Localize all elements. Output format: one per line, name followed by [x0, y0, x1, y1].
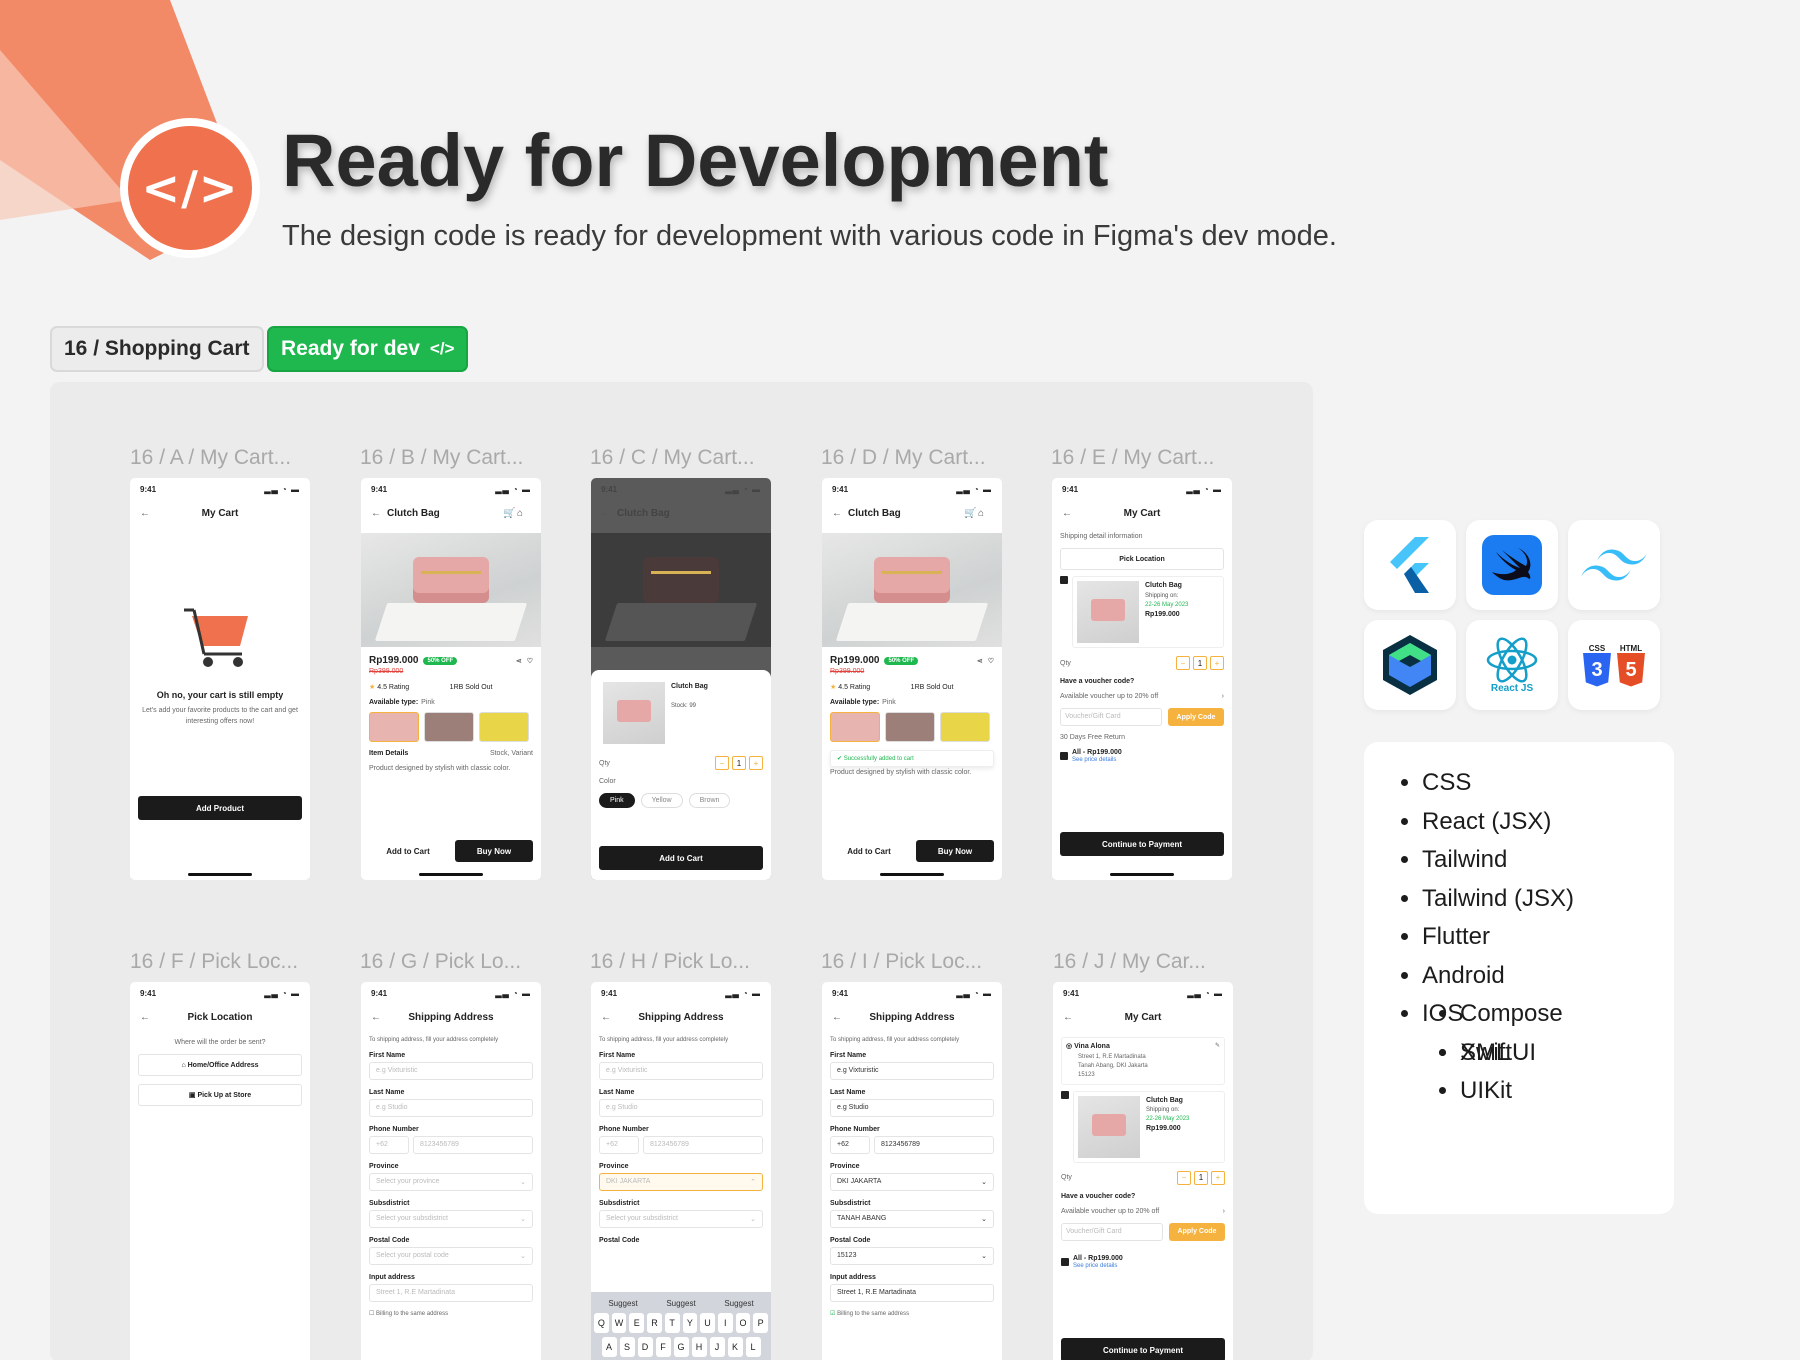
- frame-label[interactable]: 16 / H / Pick Lo...: [590, 950, 750, 974]
- first-name-input[interactable]: e.g Vixturistic: [369, 1062, 533, 1080]
- apply-code-button[interactable]: Apply Code: [1168, 708, 1224, 726]
- frame-label[interactable]: 16 / D / My Cart...: [821, 446, 986, 470]
- qty-plus-button[interactable]: +: [749, 756, 763, 770]
- old-price: Rp399.000: [369, 668, 404, 675]
- item-checkbox[interactable]: [1060, 576, 1068, 584]
- frame-label[interactable]: 16 / J / My Car...: [1053, 950, 1206, 974]
- product-image: [361, 533, 541, 647]
- subdistrict-select[interactable]: Select your subsdistrict ⌄: [369, 1210, 533, 1228]
- last-name-input[interactable]: e.g Studio: [599, 1099, 763, 1117]
- list-item: CSS: [1422, 764, 1674, 803]
- price: Rp199.000: [369, 655, 419, 666]
- heart-icon[interactable]: ♡: [527, 657, 533, 665]
- home-office-option[interactable]: ⌂ Home/Office Address: [138, 1054, 302, 1076]
- section-tag: 16 / Shopping Cart: [50, 326, 264, 372]
- postal-select[interactable]: Select your postal code ⌄: [369, 1247, 533, 1265]
- frame-d-added-toast[interactable]: 9:41 ▂▃ ◔ ▬ ← Clutch Bag 🛒 ⌂ Rp199.000 50% OF…: [822, 478, 1002, 880]
- frame-j-cart-with-address[interactable]: 9:41 ▂▃ ◔ ▬ ← My Cart ◎ Vina Alona ✎ Street…: [1053, 982, 1233, 1360]
- list-item: Tailwind (JSX): [1422, 880, 1674, 919]
- qty-minus-button[interactable]: −: [715, 756, 729, 770]
- postal-select[interactable]: 15123 ⌄: [830, 1247, 994, 1265]
- frame-label[interactable]: 16 / C / My Cart...: [590, 446, 755, 470]
- tech-icon-grid: React JS CSS 3 HTML 5: [1364, 520, 1660, 710]
- voucher-input[interactable]: Voucher/Gift Card: [1060, 708, 1162, 726]
- frame-label[interactable]: 16 / I / Pick Loc...: [821, 950, 982, 974]
- frame-f-pick-location[interactable]: 9:41 ▂▃ ◔ ▬ ← Pick Location Where will the…: [130, 982, 310, 1360]
- flutter-icon: [1364, 520, 1456, 610]
- frame-g-address-empty[interactable]: 9:41 ▂▃ ◔ ▬ ← Shipping Address To shipping…: [361, 982, 541, 1360]
- subdistrict-select[interactable]: Select your subsdistrict ⌄: [599, 1210, 763, 1228]
- frame-a-empty-cart[interactable]: 9:41 ▂▃ ◔ ▬ ← My Cart Oh no, your cart is …: [130, 478, 310, 880]
- list-item: React (JSX): [1422, 803, 1674, 842]
- frame-i-address-filled[interactable]: 9:41 ▂▃ ◔ ▬ ← Shipping Address To shipping…: [822, 982, 1002, 1360]
- product-image: [591, 533, 771, 647]
- tech-list-card: CSS React (JSX) Tailwind Tailwind (JSX) …: [1364, 742, 1674, 1214]
- add-to-cart-button[interactable]: Add to Cart: [599, 846, 763, 870]
- frame-label[interactable]: 16 / B / My Cart...: [360, 446, 523, 470]
- success-toast: ✔ Successfully added to cart: [830, 750, 994, 767]
- edit-icon[interactable]: ✎: [1215, 1042, 1220, 1053]
- pickup-store-option[interactable]: ▣ Pick Up at Store: [138, 1084, 302, 1106]
- frame-label[interactable]: 16 / A / My Cart...: [130, 446, 291, 470]
- color-chip-brown[interactable]: Brown: [688, 793, 731, 808]
- empty-title: Oh no, your cart is still empty: [156, 690, 284, 700]
- design-canvas: 16 / A / My Cart... 16 / B / My Cart... …: [50, 382, 1313, 1360]
- list-item: Android Compose XML: [1422, 957, 1674, 1066]
- variant-list[interactable]: [361, 706, 541, 742]
- share-icon[interactable]: ⋖: [516, 657, 522, 665]
- pick-location-button[interactable]: Pick Location: [1060, 548, 1224, 570]
- discount-badge: 50% OFF: [423, 656, 458, 665]
- frame-label[interactable]: 16 / E / My Cart...: [1051, 446, 1214, 470]
- list-item: Flutter: [1422, 918, 1674, 957]
- swift-icon: [1466, 520, 1558, 610]
- frame-c-variant-sheet[interactable]: 9:41 ▂▃ ◔ ▬ ← Clutch Bag Clutch Bag Stock: …: [591, 478, 771, 880]
- color-chip-pink[interactable]: Pink: [599, 793, 635, 808]
- frame-e-cart[interactable]: 9:41 ▂▃ ◔ ▬ ← My Cart Shipping detail info…: [1052, 478, 1232, 880]
- phone-input[interactable]: 8123456789: [413, 1136, 533, 1154]
- add-to-cart-button[interactable]: Add to Cart: [369, 840, 447, 862]
- frame-label[interactable]: 16 / F / Pick Loc...: [130, 950, 298, 974]
- continue-to-payment-button[interactable]: Continue to Payment: [1061, 1338, 1225, 1360]
- frame-label[interactable]: 16 / G / Pick Lo...: [360, 950, 521, 974]
- continue-to-payment-button[interactable]: Continue to Payment: [1060, 832, 1224, 856]
- empty-desc: Let's add your favorite products to the …: [142, 707, 298, 725]
- color-chip-yellow[interactable]: Yellow: [640, 793, 683, 808]
- add-product-button[interactable]: Add Product: [138, 796, 302, 820]
- back-arrow-icon[interactable]: ←: [371, 508, 387, 519]
- buy-now-button[interactable]: Buy Now: [916, 840, 994, 862]
- product-image: [822, 533, 1002, 647]
- frame-h-address-keyboard[interactable]: 9:41 ▂▃ ◔ ▬ ← Shipping Address To shipping…: [591, 982, 771, 1360]
- code-icon: </>: [429, 339, 455, 358]
- bottom-sheet[interactable]: Clutch Bag Stock: 99 Qty −1 + Color Pink Yel…: [591, 670, 771, 880]
- address-card[interactable]: ◎ Vina Alona ✎ Street 1, R.E Martadinata T…: [1061, 1037, 1225, 1085]
- list-item: Tailwind: [1422, 841, 1674, 880]
- empty-cart-icon: [184, 608, 248, 667]
- province-select[interactable]: Select your province ⌄: [369, 1173, 533, 1191]
- subdistrict-select[interactable]: TANAH ABANG ⌄: [830, 1210, 994, 1228]
- page-subtitle: The design code is ready for development…: [282, 220, 1337, 252]
- jetpack-compose-icon: [1364, 620, 1456, 710]
- buy-now-button[interactable]: Buy Now: [455, 840, 533, 862]
- frame-b-product-detail[interactable]: 9:41 ▂▃ ◔ ▬ ← Clutch Bag 🛒 ⌂ Rp199.000 50% OF…: [361, 478, 541, 880]
- page-title: Ready for Development: [282, 119, 1109, 202]
- ready-for-dev-badge: Ready for dev </>: [267, 326, 469, 372]
- star-icon: ★: [369, 684, 376, 691]
- tailwind-icon: [1568, 520, 1660, 610]
- css-html-icon: CSS 3 HTML 5: [1568, 620, 1660, 710]
- ready-for-dev-label: Ready for dev: [281, 337, 420, 360]
- virtual-keyboard[interactable]: Suggest Suggest Suggest QWERTYUIOP ASDFGHJ…: [591, 1292, 771, 1360]
- react-icon: React JS: [1466, 620, 1558, 710]
- province-select[interactable]: DKI JAKARTA ⌃: [599, 1173, 763, 1191]
- list-item: SwiftUI: [1460, 1034, 1674, 1073]
- store-icon[interactable]: ⌂: [517, 508, 531, 519]
- cart-icon[interactable]: 🛒: [503, 508, 517, 519]
- code-logo-icon: </>: [120, 118, 260, 258]
- address-input[interactable]: Street 1, R.E Martadinata: [369, 1284, 533, 1302]
- province-select[interactable]: DKI JAKARTA ⌄: [830, 1173, 994, 1191]
- list-item: UIKit: [1460, 1072, 1674, 1111]
- first-name-input[interactable]: e.g Vixturistic: [599, 1062, 763, 1080]
- add-to-cart-button[interactable]: Add to Cart: [830, 840, 908, 862]
- last-name-input[interactable]: e.g Studio: [369, 1099, 533, 1117]
- back-arrow-icon: ←: [140, 508, 150, 519]
